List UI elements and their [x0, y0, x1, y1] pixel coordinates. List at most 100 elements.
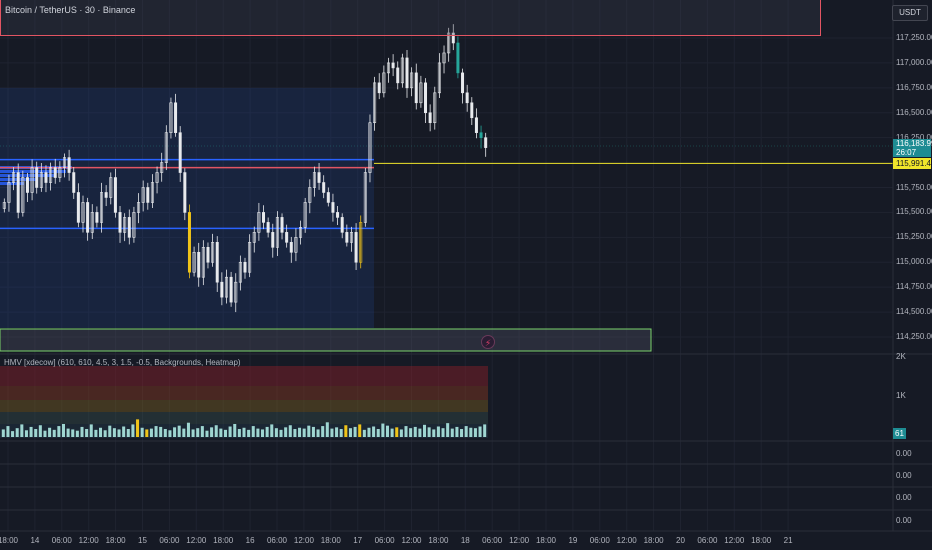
- candle[interactable]: [461, 72, 465, 94]
- volume-bar: [228, 426, 232, 437]
- candle[interactable]: [262, 212, 266, 223]
- candle[interactable]: [285, 232, 289, 243]
- time-axis-label: 06:00: [589, 536, 610, 545]
- candle[interactable]: [414, 72, 418, 104]
- volume-bar: [149, 428, 153, 437]
- symbol-title[interactable]: Bitcoin / TetherUS · 30 · Binance: [5, 5, 135, 15]
- candle[interactable]: [326, 192, 330, 203]
- candle[interactable]: [266, 222, 270, 233]
- candle[interactable]: [25, 177, 29, 193]
- candle[interactable]: [465, 92, 469, 104]
- candle[interactable]: [322, 182, 326, 193]
- time-axis-label: 18:00: [105, 536, 126, 545]
- candle[interactable]: [391, 62, 395, 69]
- price-chart[interactable]: [0, 0, 932, 550]
- volume-bar: [145, 429, 149, 437]
- candle[interactable]: [53, 167, 57, 178]
- volume-bar: [168, 430, 172, 437]
- volume-bar: [288, 425, 292, 437]
- candle[interactable]: [35, 167, 39, 188]
- candle[interactable]: [345, 232, 349, 243]
- candle[interactable]: [174, 102, 178, 133]
- current-price-tag: 116,183.99 26:07: [893, 139, 932, 157]
- volume-bar: [173, 427, 177, 437]
- candle[interactable]: [76, 192, 80, 223]
- candle[interactable]: [104, 192, 108, 198]
- volume-bar: [57, 426, 61, 437]
- candle[interactable]: [289, 242, 293, 253]
- candle[interactable]: [484, 137, 488, 148]
- candle[interactable]: [86, 202, 90, 233]
- candle[interactable]: [377, 82, 381, 94]
- volume-bar: [478, 426, 482, 437]
- volume-bar: [325, 422, 329, 437]
- indicator-title[interactable]: HMV [xdecow] (610, 610, 4.5, 3, 1.5, -0.…: [4, 358, 241, 367]
- pane-value-1: 0.00: [896, 449, 912, 458]
- candle[interactable]: [456, 42, 460, 74]
- candle[interactable]: [470, 102, 474, 119]
- volume-bar: [473, 428, 477, 437]
- candle[interactable]: [336, 212, 340, 218]
- level-price-tag: 115,991.45: [893, 158, 932, 169]
- candle[interactable]: [187, 212, 191, 273]
- lightning-icon[interactable]: ⚡: [481, 335, 495, 349]
- candle[interactable]: [44, 172, 48, 183]
- volume-bar: [395, 427, 399, 437]
- candle[interactable]: [215, 242, 219, 283]
- candle[interactable]: [178, 132, 182, 173]
- volume-bar: [140, 427, 144, 437]
- volume-bar: [186, 422, 190, 437]
- volume-bar: [131, 424, 135, 437]
- candle[interactable]: [113, 177, 117, 213]
- volume-bar: [117, 429, 121, 437]
- candle[interactable]: [331, 202, 335, 213]
- volume-bar: [418, 428, 422, 437]
- candle[interactable]: [243, 261, 247, 273]
- candle[interactable]: [424, 82, 428, 114]
- candle[interactable]: [271, 232, 275, 248]
- volume-bar: [270, 424, 274, 437]
- volume-bar: [413, 426, 417, 437]
- volume-bar: [34, 429, 38, 437]
- candle[interactable]: [428, 112, 432, 124]
- candle[interactable]: [146, 187, 150, 203]
- candle[interactable]: [229, 276, 233, 303]
- candle[interactable]: [95, 212, 99, 223]
- candle[interactable]: [340, 217, 344, 233]
- volume-bar: [38, 425, 42, 437]
- candle[interactable]: [280, 217, 284, 233]
- candle[interactable]: [16, 172, 20, 213]
- volume-bar: [483, 424, 487, 437]
- candle[interactable]: [396, 67, 400, 84]
- candle[interactable]: [220, 281, 224, 298]
- candle[interactable]: [72, 172, 76, 193]
- candle[interactable]: [206, 247, 210, 263]
- candle[interactable]: [479, 132, 483, 138]
- candle[interactable]: [127, 217, 131, 238]
- candle[interactable]: [317, 172, 321, 183]
- volume-bar: [399, 429, 403, 437]
- volume-bar: [372, 426, 376, 437]
- volume-bar: [122, 426, 126, 437]
- volume-bar: [103, 430, 107, 437]
- volume-bar: [242, 427, 246, 437]
- volume-bar: [15, 428, 19, 437]
- candle[interactable]: [405, 57, 409, 89]
- volume-bar: [182, 428, 186, 437]
- price-axis-label: 114,750.00: [896, 282, 932, 292]
- candle[interactable]: [197, 251, 201, 278]
- candle[interactable]: [183, 172, 187, 213]
- candle[interactable]: [67, 157, 71, 173]
- candle[interactable]: [354, 232, 358, 263]
- volume-bar: [191, 429, 195, 437]
- candle[interactable]: [474, 117, 478, 133]
- currency-button[interactable]: USDT: [892, 5, 928, 21]
- volume-bar: [210, 427, 214, 437]
- time-axis-label: 18:00: [751, 536, 772, 545]
- volume-bar: [80, 426, 84, 437]
- time-axis-label: 12:00: [401, 536, 422, 545]
- volume-bar: [61, 423, 65, 437]
- candle[interactable]: [118, 212, 122, 233]
- time-axis-label: 18:00: [0, 536, 19, 545]
- volume-bar: [339, 429, 343, 437]
